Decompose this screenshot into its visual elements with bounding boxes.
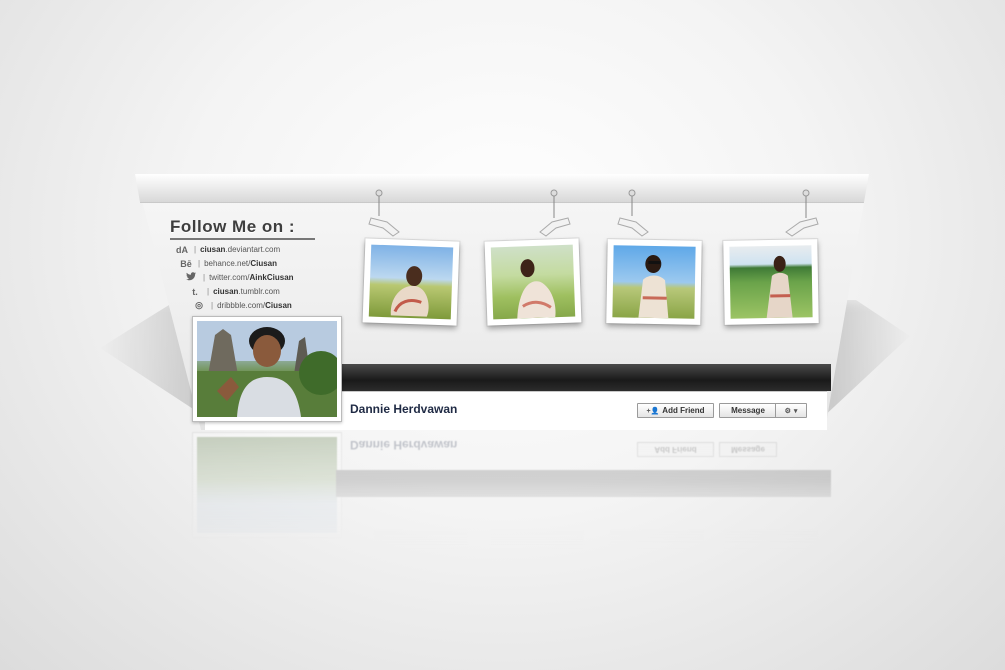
avatar-photo [197, 321, 337, 417]
reflection-photo [490, 530, 584, 560]
social-link-dribbble[interactable]: ◎ | dribbble.com/Ciusan [191, 299, 292, 312]
tumblr-icon: t. [192, 286, 198, 297]
link-text: twitter.com/AinkCiusan [209, 273, 294, 282]
reflection-photo [724, 530, 818, 560]
facebook-cover-mockup: Follow Me on : dA | ciusan.deviantart.co… [0, 0, 1005, 670]
profile-avatar[interactable] [192, 316, 342, 422]
link-separator: | [194, 245, 197, 254]
dribbble-icon: ◎ [195, 300, 203, 310]
twitter-icon [183, 272, 199, 283]
cover-top-rail [135, 174, 869, 203]
floor-reflection: Dannie Herdvawan Add Friend Message [0, 430, 1005, 590]
reflection-photo [610, 530, 704, 560]
social-link-tumblr[interactable]: t. | ciusan.tumblr.com [187, 285, 280, 298]
link-separator: | [203, 273, 206, 282]
add-friend-button[interactable]: +👤 Add Friend [637, 403, 714, 418]
reflection-name: Dannie Herdvawan [350, 438, 458, 452]
message-label: Message [731, 406, 765, 415]
message-button[interactable]: Message [719, 403, 777, 418]
reflection-photo [374, 530, 468, 560]
social-link-behance[interactable]: Bē | behance.net/Ciusan [178, 257, 277, 270]
photo-image [612, 245, 696, 319]
chevron-down-icon: ▾ [793, 407, 798, 415]
clip-hanger-icon [539, 189, 571, 237]
link-text: dribbble.com/Ciusan [217, 301, 292, 310]
deviantart-icon: dA [176, 244, 188, 255]
photo-image [368, 244, 454, 320]
social-link-deviantart[interactable]: dA | ciusan.deviantart.com [174, 243, 280, 256]
clip-hanger-icon [785, 189, 819, 237]
hanging-photo-4[interactable] [723, 239, 819, 325]
behance-icon: Bē [180, 258, 192, 269]
follow-title-underline [170, 238, 315, 240]
hanging-photo-3[interactable] [606, 239, 702, 325]
link-separator: | [211, 301, 214, 310]
reflection-add-friend: Add Friend [637, 442, 714, 457]
hanging-photo-1[interactable] [362, 238, 460, 326]
reflection-band [336, 470, 831, 497]
gear-icon: ⚙ [784, 407, 791, 415]
reflection-avatar [192, 432, 342, 538]
link-text: ciusan.deviantart.com [200, 245, 281, 254]
photo-image [729, 245, 813, 319]
link-separator: | [198, 259, 201, 268]
add-friend-label: Add Friend [662, 406, 705, 415]
link-text: ciusan.tumblr.com [213, 287, 280, 296]
clip-hanger-icon [368, 189, 400, 237]
photo-image [490, 244, 576, 320]
clip-hanger-icon [617, 189, 649, 237]
reflection-avatar-photo [197, 437, 337, 533]
link-text: behance.net/Ciusan [204, 259, 278, 268]
profile-name[interactable]: Dannie Herdvawan [350, 402, 457, 416]
cover-dark-band [336, 364, 831, 391]
reflection-message: Message [719, 442, 777, 457]
link-separator: | [207, 287, 210, 296]
follow-title: Follow Me on : [170, 217, 296, 236]
add-friend-icon: +👤 [646, 407, 660, 415]
settings-dropdown-button[interactable]: ⚙ ▾ [775, 403, 807, 418]
hanging-photo-2[interactable] [484, 238, 582, 326]
social-link-twitter[interactable]: | twitter.com/AinkCiusan [183, 271, 294, 284]
